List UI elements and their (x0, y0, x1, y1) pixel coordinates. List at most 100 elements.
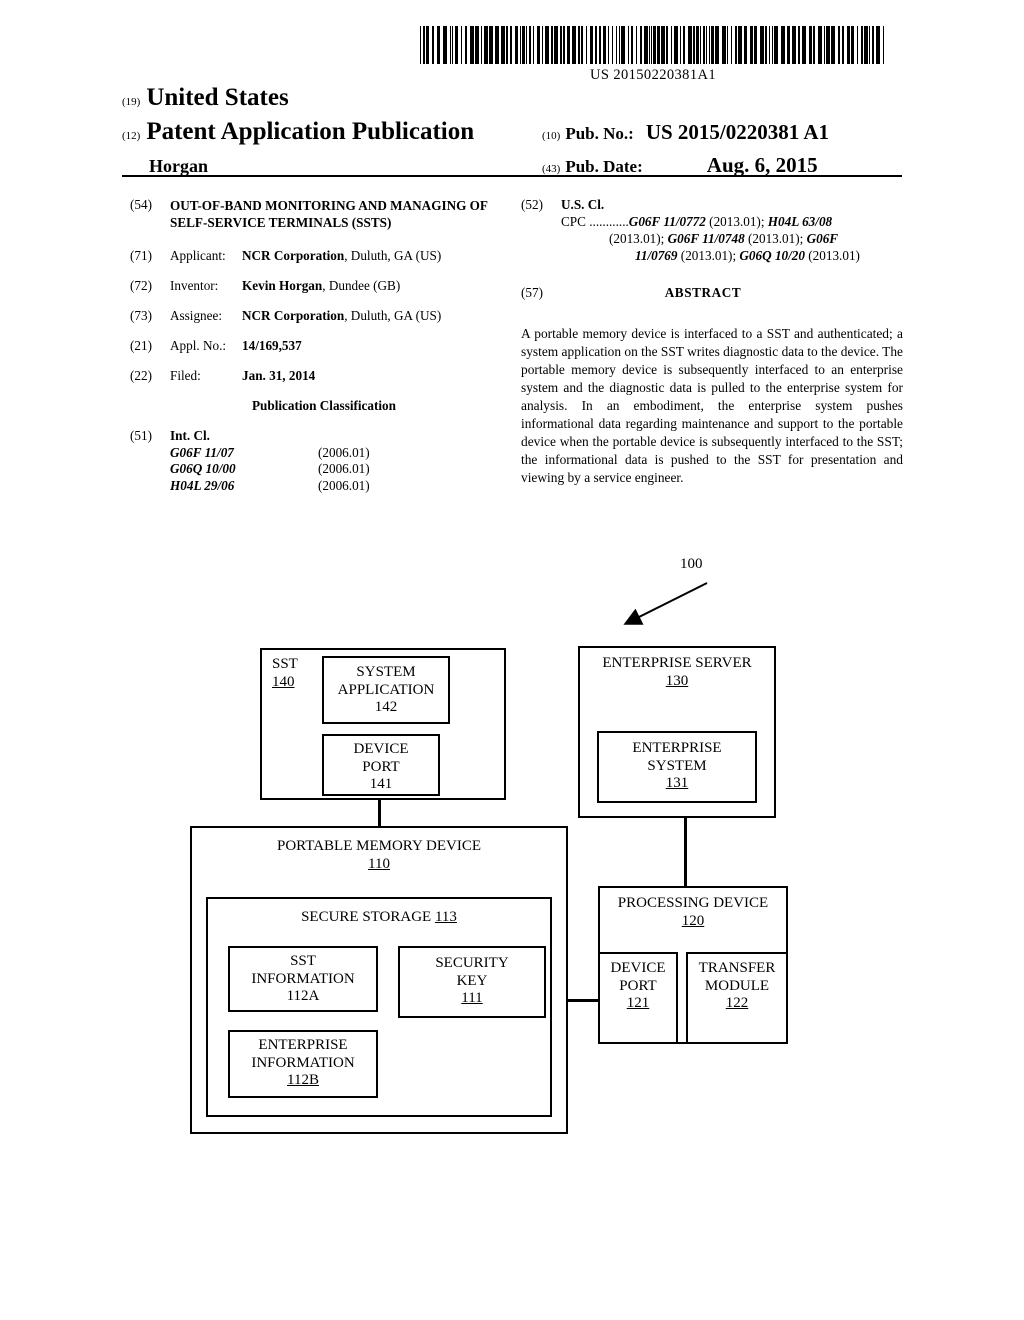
field-appl-no: (21) Appl. No.: 14/169,537 (130, 338, 500, 355)
country-name: United States (146, 84, 289, 111)
inid-71: (71) (130, 248, 152, 264)
cpc-version-3: (2013.01); (744, 230, 807, 246)
inid-10: (10) (542, 130, 561, 142)
barcode-bars (420, 26, 886, 64)
cpc-code-5: G06Q 10/20 (739, 247, 805, 263)
figure-box-device-port-141-title: DEVICE PORT (353, 741, 409, 775)
applicant-location: , Duluth, GA (US) (344, 248, 442, 264)
filed-value: Jan. 31, 2014 (242, 367, 316, 383)
int-cl-version: (2006.01) (318, 444, 370, 460)
cpc-prefix: CPC ............ (561, 213, 629, 229)
figure-box-enterprise-server-title: ENTERPRISE SERVER (602, 655, 752, 671)
figure-box-enterprise-server-number: 130 (665, 672, 689, 689)
abstract-heading: ABSTRACT (664, 284, 742, 300)
figure-box-secure-storage: SECURE STORAGE 113 (206, 897, 552, 1117)
figure-box-portable-memory-device-number: 110 (368, 855, 390, 872)
figure-box-enterprise-system-title: ENTERPRISE SYSTEM (632, 740, 722, 774)
masthead: (19) United States (12) Patent Applicati… (122, 84, 902, 178)
figure-box-enterprise-system: ENTERPRISE SYSTEM 131 (597, 731, 757, 803)
assignee-label: Assignee: (170, 308, 223, 324)
document-type: Patent Application Publication (146, 118, 475, 145)
cpc-code-2: H04L 63/08 (767, 213, 833, 229)
abstract-text: A portable memory device is interfaced t… (521, 326, 903, 486)
figure-box-sst: SST 140 (260, 648, 506, 800)
figure-box-transfer-module-number: 122 (725, 995, 749, 1012)
inid-54: (54) (130, 197, 152, 212)
figure-box-system-application-title: SYSTEM APPLICATION (337, 664, 435, 698)
us-cl-body: U.S. Cl. CPC ............G06F 11/0772 (2… (561, 197, 903, 265)
applicant-name: NCR Corporation (242, 248, 345, 264)
us-cl-label: U.S. Cl. (561, 197, 605, 212)
abstract-heading-row: (57) ABSTRACT (521, 285, 903, 302)
inid-51: (51) (130, 427, 152, 443)
field-us-cl: (52) U.S. Cl. CPC ............G06F 11/07… (521, 197, 903, 265)
int-cl-version: (2006.01) (318, 461, 370, 477)
figure-box-processing-device: PROCESSING DEVICE 120 (598, 886, 788, 1044)
bibliographic-right-column: (52) U.S. Cl. CPC ............G06F 11/07… (521, 197, 903, 487)
inventor-surname: Horgan (149, 156, 209, 176)
filed-body: Filed: Jan. 31, 2014 (170, 368, 500, 385)
applicant-label: Applicant: (170, 248, 226, 264)
masthead-divider (122, 175, 902, 177)
pub-date-label: Pub. Date: (565, 157, 643, 176)
connector-portable-memory-to-processing-device (566, 999, 602, 1002)
figure-box-device-port-141: DEVICE PORT 141 (322, 734, 440, 796)
filed-label: Filed: (170, 367, 201, 383)
figure-box-security-key-number: 111 (461, 990, 483, 1007)
pub-number-value: US 2015/0220381 A1 (645, 120, 829, 144)
barcode-number: US 20150220381A1 (589, 67, 717, 83)
masthead-country-group: (19) United States (122, 84, 542, 112)
pub-number-label: Pub. No.: (565, 124, 634, 143)
inid-22: (22) (130, 367, 152, 383)
appl-no-value: 14/169,537 (242, 337, 302, 353)
publication-classification-heading: Publication Classification (252, 397, 396, 413)
int-cl-body: Int. Cl. G06F 11/07 (2006.01) G06Q 10/00… (170, 428, 500, 496)
field-applicant: (71) Applicant: NCR Corporation, Duluth, … (130, 248, 500, 265)
figure-box-sst-title: SST (272, 656, 298, 672)
int-cl-row: H04L 29/06 (2006.01) (170, 478, 500, 495)
masthead-row-country: (19) United States (122, 84, 902, 112)
masthead-author-group: Horgan (122, 156, 542, 177)
cpc-code-1: G06F 11/0772 (628, 213, 706, 229)
inid-73: (73) (130, 308, 152, 324)
cpc-code-4-part1: G06F (806, 230, 839, 246)
figure-box-device-port-141-number: 141 (369, 776, 393, 793)
cpc-line-3: 11/0769 (2013.01); G06Q 10/20 (2013.01) (561, 248, 903, 265)
cpc-line-2: (2013.01); G06F 11/0748 (2013.01); G06F (561, 231, 903, 248)
inid-72: (72) (130, 278, 152, 294)
figure-box-transfer-module: TRANSFER MODULE 122 (686, 952, 788, 1044)
figure-box-sst-information: SST INFORMATION 112A (228, 946, 378, 1012)
field-assignee: (73) Assignee: NCR Corporation, Duluth, G… (130, 308, 500, 325)
figure-box-device-port-121: DEVICE PORT 121 (598, 952, 678, 1044)
int-cl-version: (2006.01) (318, 478, 370, 494)
field-filed: (22) Filed: Jan. 31, 2014 (130, 368, 500, 385)
inventor-body: Inventor: Kevin Horgan, Dundee (GB) (170, 278, 500, 295)
figure-box-device-port-121-number: 121 (626, 995, 650, 1012)
figure-box-enterprise-information-number: 112B (287, 1072, 319, 1089)
figure-box-system-application: SYSTEM APPLICATION 142 (322, 656, 450, 724)
figure-box-secure-storage-label: SECURE STORAGE 113 (301, 909, 457, 925)
figure-box-security-key: SECURITY KEY 111 (398, 946, 546, 1018)
figure-box-secure-storage-number: 113 (434, 909, 457, 925)
inid-57: (57) (521, 284, 543, 300)
int-cl-row: G06Q 10/00 (2006.01) (170, 461, 500, 478)
figure-box-transfer-module-title: TRANSFER MODULE (698, 960, 776, 994)
inid-43: (43) (542, 163, 561, 175)
figure-reference-label: 100 (680, 556, 703, 572)
invention-title: OUT-OF-BAND MONITORING AND MANAGING OF S… (170, 198, 488, 231)
field-title: (54) OUT-OF-BAND MONITORING AND MANAGING… (130, 197, 500, 231)
assignee-location: , Duluth, GA (US) (344, 308, 442, 324)
figure-box-enterprise-system-number: 131 (665, 775, 689, 792)
cpc-version-5: (2013.01) (804, 247, 860, 263)
figure-box-device-port-121-title: DEVICE PORT (610, 960, 666, 994)
inid-12: (12) (122, 130, 141, 142)
assignee-name: NCR Corporation (242, 308, 345, 324)
figure-box-security-key-title: SECURITY KEY (435, 955, 509, 989)
figure-box-portable-memory-device: PORTABLE MEMORY DEVICE 110 (190, 826, 568, 1134)
figure-box-secure-storage-title: SECURE STORAGE (301, 909, 432, 925)
masthead-row-doctype: (12) Patent Application Publication (10)… (122, 118, 902, 146)
connector-sst-to-portable-memory (378, 800, 381, 828)
int-cl-class: G06Q 10/00 (170, 461, 236, 477)
field-inventor: (72) Inventor: Kevin Horgan, Dundee (GB) (130, 278, 500, 295)
int-cl-class: G06F 11/07 (170, 444, 234, 460)
